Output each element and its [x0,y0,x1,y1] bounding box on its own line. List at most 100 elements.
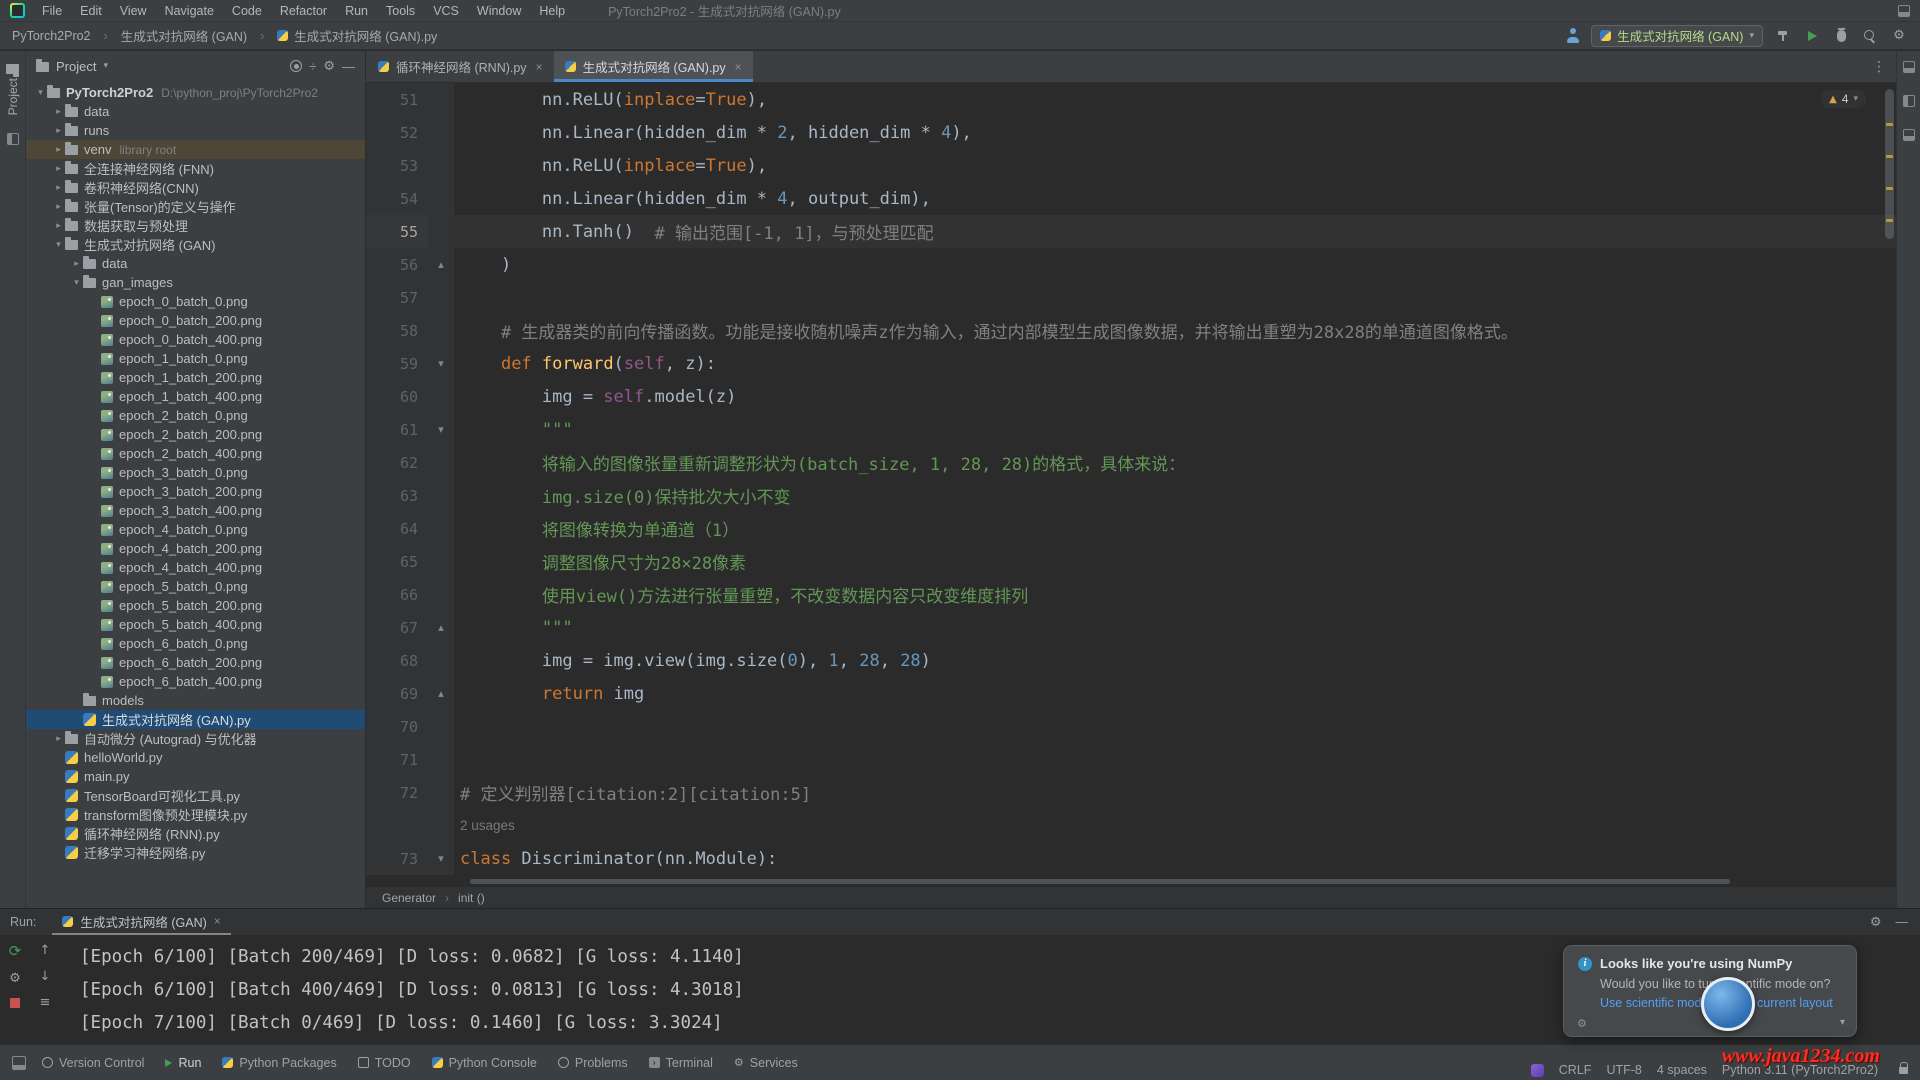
tree-item[interactable]: epoch_6_batch_200.png [26,653,365,672]
tree-item[interactable]: ▸全连接神经网络 (FNN) [26,159,365,178]
fold-icon[interactable]: ▾ [428,842,454,875]
tree-expand-icon[interactable]: ▾ [52,240,65,250]
menu-item-view[interactable]: View [111,0,156,21]
layout-icon[interactable] [1898,5,1910,17]
tree-item[interactable]: transform图像预处理模块.py [26,805,365,824]
close-icon[interactable]: × [735,60,742,74]
breadcrumb-item[interactable]: PyTorch2Pro2 [12,29,91,43]
menu-item-navigate[interactable]: Navigate [156,0,223,21]
tree-expand-icon[interactable]: ▸ [52,107,65,117]
scrollbar-thumb[interactable] [470,879,1730,884]
settings-button[interactable]: ⚙ [1890,27,1908,45]
rerun-button[interactable]: ⟳ [9,944,22,959]
usages-inlay[interactable]: 2 usages [460,818,515,833]
tree-item[interactable]: 迁移学习神经网络.py [26,843,365,862]
tree-item[interactable]: epoch_5_batch_400.png [26,615,365,634]
close-icon[interactable]: × [536,60,543,74]
tree-item[interactable]: epoch_6_batch_400.png [26,672,365,691]
status-item-todo[interactable]: TODO [358,1056,411,1070]
collapse-all-button[interactable]: ÷ [309,59,316,74]
tree-expand-icon[interactable]: ▸ [52,183,65,193]
tree-expand-icon[interactable]: ▸ [52,202,65,212]
search-everywhere-button[interactable] [1861,27,1879,45]
menu-item-code[interactable]: Code [223,0,271,21]
menu-item-vcs[interactable]: VCS [424,0,468,21]
status-item-services[interactable]: ⚙Services [734,1056,798,1070]
close-icon[interactable]: × [214,914,221,928]
line-separator-widget[interactable]: CRLF [1559,1063,1592,1077]
tree-item[interactable]: ▸runs [26,121,365,140]
tree-expand-icon[interactable]: ▸ [52,145,65,155]
tree-expand-icon[interactable]: ▸ [52,126,65,136]
sciview-tool-icon[interactable] [1903,95,1915,107]
tree-item[interactable]: helloWorld.py [26,748,365,767]
menu-item-file[interactable]: File [33,0,71,21]
chevron-down-icon[interactable]: ▾ [1840,1017,1845,1028]
notifications-tool-icon[interactable] [1903,61,1915,73]
inspections-widget[interactable]: ▲ 4 ▾ [1821,90,1866,108]
tree-item[interactable]: epoch_4_batch_200.png [26,539,365,558]
user-avatar-icon[interactable] [1565,28,1580,43]
tree-item[interactable]: epoch_5_batch_0.png [26,577,365,596]
status-item-version-control[interactable]: Version Control [42,1056,144,1070]
tree-expand-icon[interactable]: ▸ [52,734,65,744]
tree-item[interactable]: epoch_3_batch_400.png [26,501,365,520]
use-scientific-mode-link[interactable]: Use scientific mode [1600,996,1708,1010]
tree-item[interactable]: ▾生成式对抗网络 (GAN) [26,235,365,254]
menu-item-help[interactable]: Help [530,0,574,21]
editor-vertical-scrollbar[interactable] [1884,83,1895,877]
tree-item[interactable]: epoch_2_batch_0.png [26,406,365,425]
tree-item[interactable]: epoch_2_batch_400.png [26,444,365,463]
build-button[interactable] [1774,27,1792,45]
locate-file-button[interactable] [290,60,302,72]
tree-item[interactable]: epoch_0_batch_0.png [26,292,365,311]
tab-options-icon[interactable]: ⋮ [1872,59,1886,75]
menu-item-window[interactable]: Window [468,0,530,21]
tree-item[interactable]: models [26,691,365,710]
indent-widget[interactable]: 4 spaces [1657,1063,1707,1077]
structure-tool-icon[interactable] [7,133,19,145]
tree-item[interactable]: TensorBoard可视化工具.py [26,786,365,805]
tree-item[interactable]: ▸自动微分 (Autograd) 与优化器 [26,729,365,748]
breadcrumb-item[interactable]: 生成式对抗网络 (GAN).py [294,26,437,45]
tree-item[interactable]: ▸卷积神经网络(CNN) [26,178,365,197]
tree-expand-icon[interactable]: ▾ [34,88,47,98]
hide-panel-button[interactable]: — [342,59,355,74]
tree-item[interactable]: 生成式对抗网络 (GAN).py [26,710,365,729]
fold-icon[interactable]: ▴ [428,248,454,281]
editor-tab[interactable]: 循环神经网络 (RNN).py× [367,51,554,82]
tree-item[interactable]: epoch_1_batch_0.png [26,349,365,368]
status-item-terminal[interactable]: ›Terminal [649,1056,713,1070]
tree-item[interactable]: epoch_3_batch_0.png [26,463,365,482]
chevron-down-icon[interactable]: ▾ [103,61,108,71]
database-tool-icon[interactable] [1903,129,1915,141]
tree-expand-icon[interactable]: ▸ [52,164,65,174]
tree-item[interactable]: epoch_3_batch_200.png [26,482,365,501]
fold-icon[interactable]: ▾ [428,347,454,380]
editor-horizontal-scrollbar[interactable] [366,877,1896,886]
tree-item[interactable]: ▾gan_images [26,273,365,292]
run-config-select[interactable]: 生成式对抗网络 (GAN) ▾ [1591,25,1763,47]
tree-item[interactable]: ▾PyTorch2Pro2D:\python_proj\PyTorch2Pro2 [26,83,365,102]
breadcrumb-item[interactable]: 生成式对抗网络 (GAN) [121,26,247,45]
tree-item[interactable]: epoch_1_batch_400.png [26,387,365,406]
tree-expand-icon[interactable]: ▾ [70,278,83,288]
menu-item-edit[interactable]: Edit [71,0,111,21]
tool-window-switcher-icon[interactable] [12,1056,26,1070]
menu-item-refactor[interactable]: Refactor [271,0,336,21]
fold-icon[interactable]: ▴ [428,677,454,710]
editor-breadcrumb-item[interactable]: Generator [382,891,436,905]
project-settings-button[interactable]: ⚙ [323,59,335,74]
tree-item[interactable]: ▸data [26,102,365,121]
tree-item[interactable]: ▸数据获取与预处理 [26,216,365,235]
run-settings-button[interactable]: ⚙ [9,972,21,985]
tree-expand-icon[interactable]: ▸ [70,259,83,269]
menu-item-run[interactable]: Run [336,0,377,21]
up-stack-button[interactable]: ↑ [40,944,51,957]
tree-item[interactable]: epoch_5_batch_200.png [26,596,365,615]
stop-button[interactable] [10,998,20,1008]
project-tool-tab[interactable]: Project [6,59,20,119]
status-item-python-console[interactable]: Python Console [432,1056,537,1070]
status-item-problems[interactable]: Problems [558,1056,628,1070]
code-editor[interactable]: 51 nn.ReLU(inplace=True),52 nn.Linear(hi… [366,83,1896,877]
